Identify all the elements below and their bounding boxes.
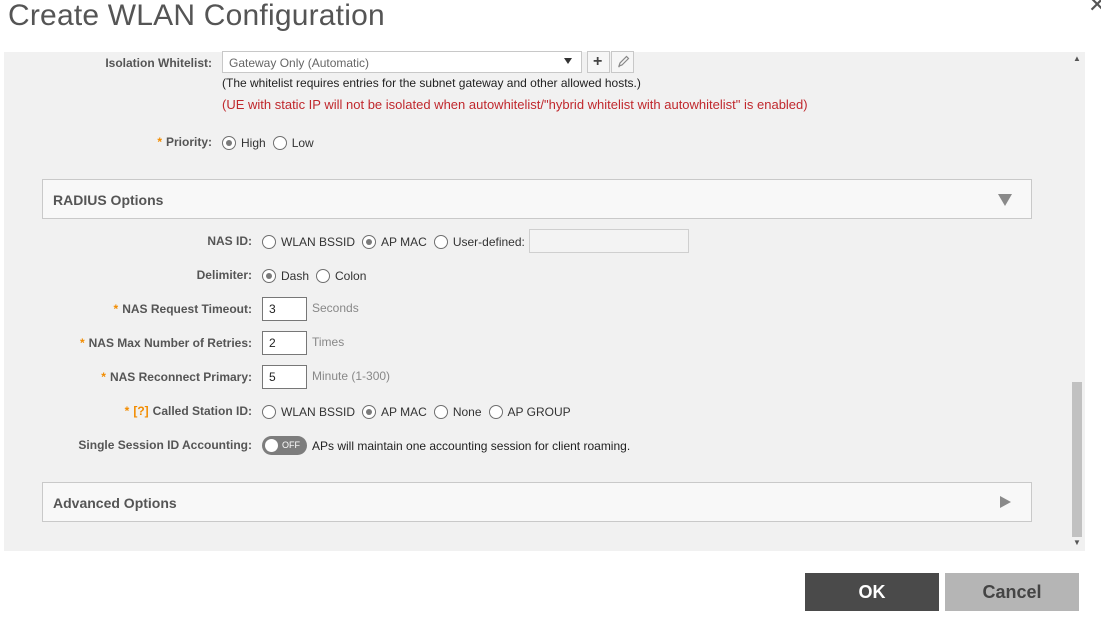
nas-request-timeout-input[interactable] <box>262 297 307 321</box>
toggle-knob <box>265 439 278 452</box>
scroll-down-icon[interactable]: ▼ <box>1073 539 1081 547</box>
called-station-id-label: * [?] Called Station ID: <box>124 404 252 418</box>
priority-low-label: Low <box>291 136 314 150</box>
nas-max-retries-label: * NAS Max Number of Retries: <box>79 336 252 350</box>
close-icon[interactable]: ✕ <box>1088 0 1101 16</box>
priority-low-radio[interactable] <box>272 136 287 150</box>
called-station-ap-mac-radio[interactable] <box>362 405 377 419</box>
called-station-wlan-bssid-radio[interactable] <box>262 405 276 419</box>
whitelist-warning: (UE with static IP will not be isolated … <box>222 97 808 112</box>
content-scrollbar[interactable]: ▲ ▼ <box>1070 52 1085 551</box>
priority-high-radio[interactable] <box>222 136 236 150</box>
required-mark: * <box>101 370 106 384</box>
add-whitelist-button[interactable]: + <box>587 51 610 73</box>
nas-reconnect-primary-input[interactable] <box>262 365 307 389</box>
scrollbar-thumb[interactable] <box>1072 382 1082 537</box>
delimiter-colon-label: Colon <box>335 269 367 283</box>
radius-options-header[interactable]: RADIUS Options <box>42 179 1032 219</box>
delimiter-dash-label: Dash <box>281 269 310 283</box>
priority-label: * Priority: <box>157 135 212 149</box>
cancel-button[interactable]: Cancel <box>945 573 1079 611</box>
nas-id-wlan-bssid-radio[interactable] <box>262 235 276 249</box>
called-station-none-label: None <box>452 405 482 419</box>
single-session-description: APs will maintain one accounting session… <box>312 439 631 453</box>
nas-id-user-defined-label: User-defined: <box>452 235 525 249</box>
delimiter-colon-radio[interactable] <box>316 269 331 283</box>
required-mark: * <box>124 404 130 418</box>
nas-max-retries-unit: Times <box>312 335 345 349</box>
advanced-options-title: Advanced Options <box>53 495 177 511</box>
called-station-none-radio[interactable] <box>433 405 448 419</box>
ok-button[interactable]: OK <box>805 573 939 611</box>
priority-radio-group: High Low <box>222 135 321 151</box>
collapse-triangle-icon <box>998 194 1012 206</box>
priority-high-label: High <box>241 136 266 150</box>
whitelist-note: (The whitelist requires entries for the … <box>222 76 641 90</box>
nas-id-ap-mac-radio[interactable] <box>362 235 377 249</box>
required-mark: * <box>157 135 162 149</box>
nas-id-user-defined-input[interactable] <box>529 229 689 253</box>
called-station-ap-mac-label: AP MAC <box>381 405 427 419</box>
nas-id-radio-group: WLAN BSSID AP MAC User-defined: <box>262 234 532 250</box>
nas-id-label: NAS ID: <box>207 234 252 248</box>
called-station-ap-group-label: AP GROUP <box>507 405 571 419</box>
help-link[interactable]: [?] <box>133 404 148 418</box>
nas-id-user-defined-radio[interactable] <box>433 235 448 249</box>
nas-reconnect-primary-label: * NAS Reconnect Primary: <box>101 370 252 384</box>
nas-max-retries-input[interactable] <box>262 331 307 355</box>
delimiter-label: Delimiter: <box>196 268 252 282</box>
delimiter-radio-group: Dash Colon <box>262 268 373 284</box>
single-session-toggle[interactable]: OFF <box>262 436 307 455</box>
isolation-whitelist-label: Isolation Whitelist: <box>105 56 212 70</box>
expand-triangle-icon <box>1000 496 1011 508</box>
nas-id-wlan-bssid-label: WLAN BSSID <box>281 235 356 249</box>
advanced-options-header[interactable]: Advanced Options <box>42 482 1032 522</box>
radius-options-title: RADIUS Options <box>53 192 164 208</box>
called-station-wlan-bssid-label: WLAN BSSID <box>281 405 356 419</box>
toggle-state-text: OFF <box>282 440 300 450</box>
plus-icon: + <box>593 53 603 70</box>
scroll-up-icon[interactable]: ▲ <box>1073 55 1081 63</box>
nas-request-timeout-label: * NAS Request Timeout: <box>113 302 252 316</box>
dialog-title: Create WLAN Configuration <box>8 0 385 32</box>
nas-id-ap-mac-label: AP MAC <box>381 235 427 249</box>
delimiter-dash-radio[interactable] <box>262 269 276 283</box>
nas-reconnect-primary-unit: Minute (1-300) <box>312 369 391 383</box>
single-session-label: Single Session ID Accounting: <box>78 438 252 452</box>
isolation-whitelist-select[interactable]: Gateway Only (Automatic) <box>222 51 582 73</box>
nas-request-timeout-unit: Seconds <box>312 301 359 315</box>
isolation-whitelist-value: Gateway Only (Automatic) <box>229 56 370 70</box>
required-mark: * <box>113 302 119 316</box>
pencil-icon <box>618 55 630 68</box>
called-station-ap-group-radio[interactable] <box>488 405 503 419</box>
chevron-down-icon <box>564 58 572 64</box>
called-station-id-radio-group: WLAN BSSID AP MAC None AP GROUP <box>262 404 578 420</box>
edit-whitelist-button[interactable] <box>611 51 634 73</box>
required-mark: * <box>79 336 85 350</box>
